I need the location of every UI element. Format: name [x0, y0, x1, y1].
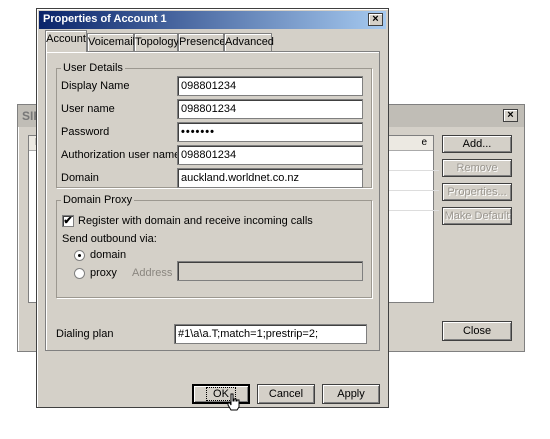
- auth-user-name-field[interactable]: 098801234: [177, 145, 363, 165]
- user-details-legend: User Details: [63, 62, 123, 74]
- send-outbound-label: Send outbound via:: [62, 233, 157, 245]
- proxy-radio-label[interactable]: proxy: [90, 267, 117, 279]
- list-column-header[interactable]: e: [421, 137, 427, 148]
- properties-button[interactable]: Properties...: [442, 183, 512, 201]
- proxy-radio[interactable]: [74, 268, 85, 279]
- account-properties-dialog: Properties of Account 1 × Account Voicem…: [36, 8, 389, 411]
- account-tab-panel: User Details Display Name 098801234 User…: [45, 51, 380, 351]
- apply-button[interactable]: Apply: [322, 384, 380, 404]
- tab-topology[interactable]: Topology: [134, 33, 179, 51]
- ok-button[interactable]: OK: [192, 384, 250, 404]
- password-field[interactable]: •••••••: [177, 122, 363, 142]
- tab-presence[interactable]: Presence: [178, 33, 225, 51]
- register-checkbox[interactable]: ✔: [62, 215, 74, 227]
- background-close-button[interactable]: ×: [503, 109, 518, 122]
- domain-field[interactable]: auckland.worldnet.co.nz: [177, 168, 363, 188]
- domain-proxy-group: Domain Proxy: [56, 194, 372, 298]
- add-button[interactable]: Add...: [442, 135, 512, 153]
- dialog-titlebar[interactable]: Properties of Account 1 ×: [39, 11, 386, 29]
- make-default-button[interactable]: Make Default: [442, 207, 512, 225]
- user-name-label: User name: [61, 103, 115, 115]
- register-label[interactable]: Register with domain and receive incomin…: [78, 215, 313, 227]
- tab-account[interactable]: Account: [45, 30, 87, 52]
- domain-proxy-legend: Domain Proxy: [63, 194, 133, 206]
- hand-cursor-icon: [227, 393, 240, 411]
- domain-radio-label[interactable]: domain: [90, 249, 126, 261]
- dialing-plan-label: Dialing plan: [56, 328, 114, 340]
- close-icon: ×: [372, 13, 379, 25]
- dialog-title: Properties of Account 1: [43, 13, 167, 25]
- close-icon: ×: [507, 109, 514, 121]
- user-name-field[interactable]: 098801234: [177, 99, 363, 119]
- display-name-field[interactable]: 098801234: [177, 76, 363, 96]
- domain-radio[interactable]: [74, 250, 85, 261]
- address-field[interactable]: [177, 261, 363, 281]
- tab-advanced[interactable]: Advanced: [224, 33, 274, 51]
- tab-voicemail[interactable]: Voicemail: [87, 33, 135, 51]
- address-label: Address: [132, 267, 173, 279]
- display-name-label: Display Name: [61, 80, 130, 92]
- close-button[interactable]: Close: [442, 321, 512, 341]
- remove-button[interactable]: Remove: [442, 159, 512, 177]
- password-label: Password: [61, 126, 110, 138]
- domain-label: Domain: [61, 172, 99, 184]
- checkmark-icon: ✔: [63, 215, 73, 227]
- cancel-button[interactable]: Cancel: [257, 384, 315, 404]
- auth-user-name-label: Authorization user name: [61, 149, 181, 161]
- dialing-plan-field[interactable]: #1\a\a.T;match=1;prestrip=2;: [174, 324, 367, 344]
- radio-selected-dot: [78, 254, 81, 257]
- dialog-close-button[interactable]: ×: [368, 13, 383, 26]
